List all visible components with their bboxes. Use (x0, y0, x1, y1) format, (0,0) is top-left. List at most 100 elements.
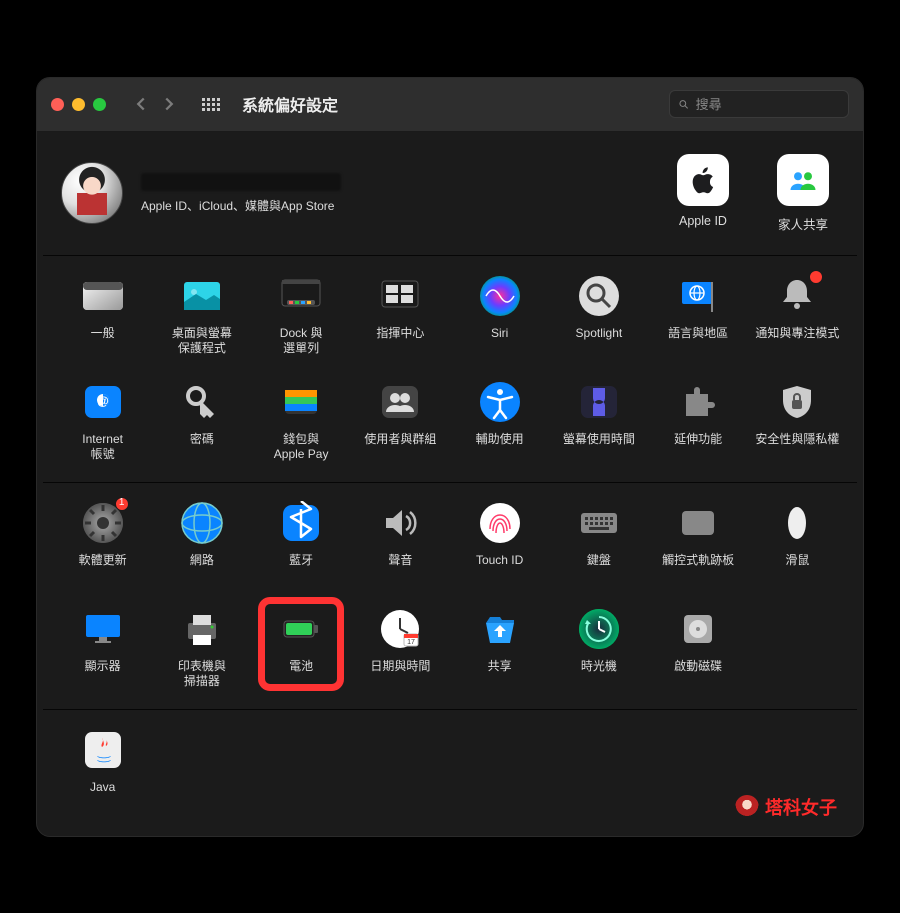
pref-displays[interactable]: 顯示器 (53, 607, 152, 689)
pref-mission-control[interactable]: 指揮中心 (351, 274, 450, 356)
pref-trackpad[interactable]: 觸控式軌跡板 (649, 501, 748, 583)
pref-java[interactable]: Java (53, 728, 152, 810)
minimize-button[interactable] (72, 98, 85, 111)
pref-network[interactable]: 網路 (152, 501, 251, 583)
show-all-button[interactable] (198, 91, 224, 117)
pref-label: 聲音 (388, 553, 412, 583)
pref-label: Internet 帳號 (82, 432, 123, 462)
pref-label: 軟體更新 (79, 553, 127, 583)
pref-label: 語言與地區 (668, 326, 728, 356)
general-icon (81, 274, 125, 318)
language-icon (676, 274, 720, 318)
pref-internet-accounts[interactable]: @ Internet 帳號 (53, 380, 152, 462)
pref-battery[interactable]: 電池 (252, 607, 351, 689)
extensions-icon (676, 380, 720, 424)
pref-mouse[interactable]: 滑鼠 (748, 501, 847, 583)
pref-sharing[interactable]: 共享 (450, 607, 549, 689)
family-sharing-button[interactable]: 家人共享 (767, 154, 839, 233)
pref-touch-id[interactable]: Touch ID (450, 501, 549, 583)
pref-time-machine[interactable]: 時光機 (549, 607, 648, 689)
pref-dock[interactable]: Dock 與 選單列 (252, 274, 351, 356)
search-field[interactable] (669, 90, 849, 118)
network-icon (180, 501, 224, 545)
pref-printers[interactable]: 印表機與 掃描器 (152, 607, 251, 689)
passwords-icon (180, 380, 224, 424)
update-badge: 1 (115, 497, 129, 511)
mouse-icon (775, 501, 819, 545)
pref-label: 顯示器 (85, 659, 121, 689)
pref-screen-time[interactable]: 螢幕使用時間 (549, 380, 648, 462)
accessibility-icon (478, 380, 522, 424)
siri-icon (478, 274, 522, 318)
startup-disk-icon (676, 607, 720, 651)
pref-label: Spotlight (576, 326, 623, 356)
pref-general[interactable]: 一般 (53, 274, 152, 356)
window-controls (51, 98, 106, 111)
users-icon (378, 380, 422, 424)
notification-badge (809, 270, 823, 284)
search-input[interactable] (696, 97, 840, 112)
pref-language[interactable]: 語言與地區 (649, 274, 748, 356)
nav-controls (130, 93, 180, 115)
forward-button[interactable] (158, 93, 180, 115)
pref-security[interactable]: 安全性與隱私權 (748, 380, 847, 462)
pref-label: 錢包與 Apple Pay (274, 432, 329, 462)
pref-startup-disk[interactable]: 啟動磁碟 (649, 607, 748, 689)
user-info: Apple ID、iCloud、媒體與App Store (141, 173, 341, 214)
pref-software-update[interactable]: 1 軟體更新 (53, 501, 152, 583)
pref-notifications[interactable]: 通知與專注模式 (748, 274, 847, 356)
wallet-icon (279, 380, 323, 424)
pref-users-groups[interactable]: 使用者與群組 (351, 380, 450, 462)
touch-id-icon (478, 501, 522, 545)
family-icon (777, 154, 829, 206)
pref-desktop[interactable]: 桌面與螢幕 保護程式 (152, 274, 251, 356)
sharing-icon (478, 607, 522, 651)
printers-icon (180, 607, 224, 651)
software-update-icon: 1 (81, 501, 125, 545)
battery-icon (279, 607, 323, 651)
panel-3: Java (37, 710, 863, 836)
pref-date-time[interactable]: 17 日期與時間 (351, 607, 450, 689)
apple-id-label: Apple ID (679, 214, 727, 228)
user-subtext: Apple ID、iCloud、媒體與App Store (141, 197, 341, 214)
pref-wallet[interactable]: 錢包與 Apple Pay (252, 380, 351, 462)
apple-id-button[interactable]: Apple ID (667, 154, 739, 233)
pref-label: 指揮中心 (376, 326, 424, 356)
pref-siri[interactable]: Siri (450, 274, 549, 356)
pref-label: 觸控式軌跡板 (662, 553, 734, 583)
back-button[interactable] (130, 93, 152, 115)
zoom-button[interactable] (93, 98, 106, 111)
family-sharing-label: 家人共享 (778, 218, 828, 232)
pref-bluetooth[interactable]: 藍牙 (252, 501, 351, 583)
close-button[interactable] (51, 98, 64, 111)
internet-accounts-icon: @ (81, 380, 125, 424)
grid-icon (202, 98, 220, 111)
spotlight-icon (577, 274, 621, 318)
pref-label: 電池 (289, 659, 313, 689)
pref-label: 輔助使用 (476, 432, 524, 462)
pref-label: 使用者與群組 (364, 432, 436, 462)
pref-label: 桌面與螢幕 保護程式 (172, 326, 232, 356)
user-avatar[interactable] (61, 162, 123, 224)
pref-spotlight[interactable]: Spotlight (549, 274, 648, 356)
desktop-icon (180, 274, 224, 318)
keyboard-icon (577, 501, 621, 545)
java-icon (81, 728, 125, 772)
pref-label: 印表機與 掃描器 (178, 659, 226, 689)
pref-label: 滑鼠 (785, 553, 809, 583)
system-preferences-window: 系統偏好設定 Apple ID、iCloud、媒體與App Store Appl… (36, 77, 864, 837)
pref-label: 密碼 (190, 432, 214, 462)
pref-label: 時光機 (581, 659, 617, 689)
pref-label: 安全性與隱私權 (755, 432, 839, 462)
pref-label: Touch ID (476, 553, 523, 583)
pref-label: 通知與專注模式 (755, 326, 839, 356)
pref-sound[interactable]: 聲音 (351, 501, 450, 583)
account-header: Apple ID、iCloud、媒體與App Store Apple ID 家人… (37, 132, 863, 255)
pref-label: 網路 (190, 553, 214, 583)
pref-keyboard[interactable]: 鍵盤 (549, 501, 648, 583)
pref-label: 共享 (488, 659, 512, 689)
mission-control-icon (378, 274, 422, 318)
pref-accessibility[interactable]: 輔助使用 (450, 380, 549, 462)
pref-extensions[interactable]: 延伸功能 (649, 380, 748, 462)
pref-passwords[interactable]: 密碼 (152, 380, 251, 462)
